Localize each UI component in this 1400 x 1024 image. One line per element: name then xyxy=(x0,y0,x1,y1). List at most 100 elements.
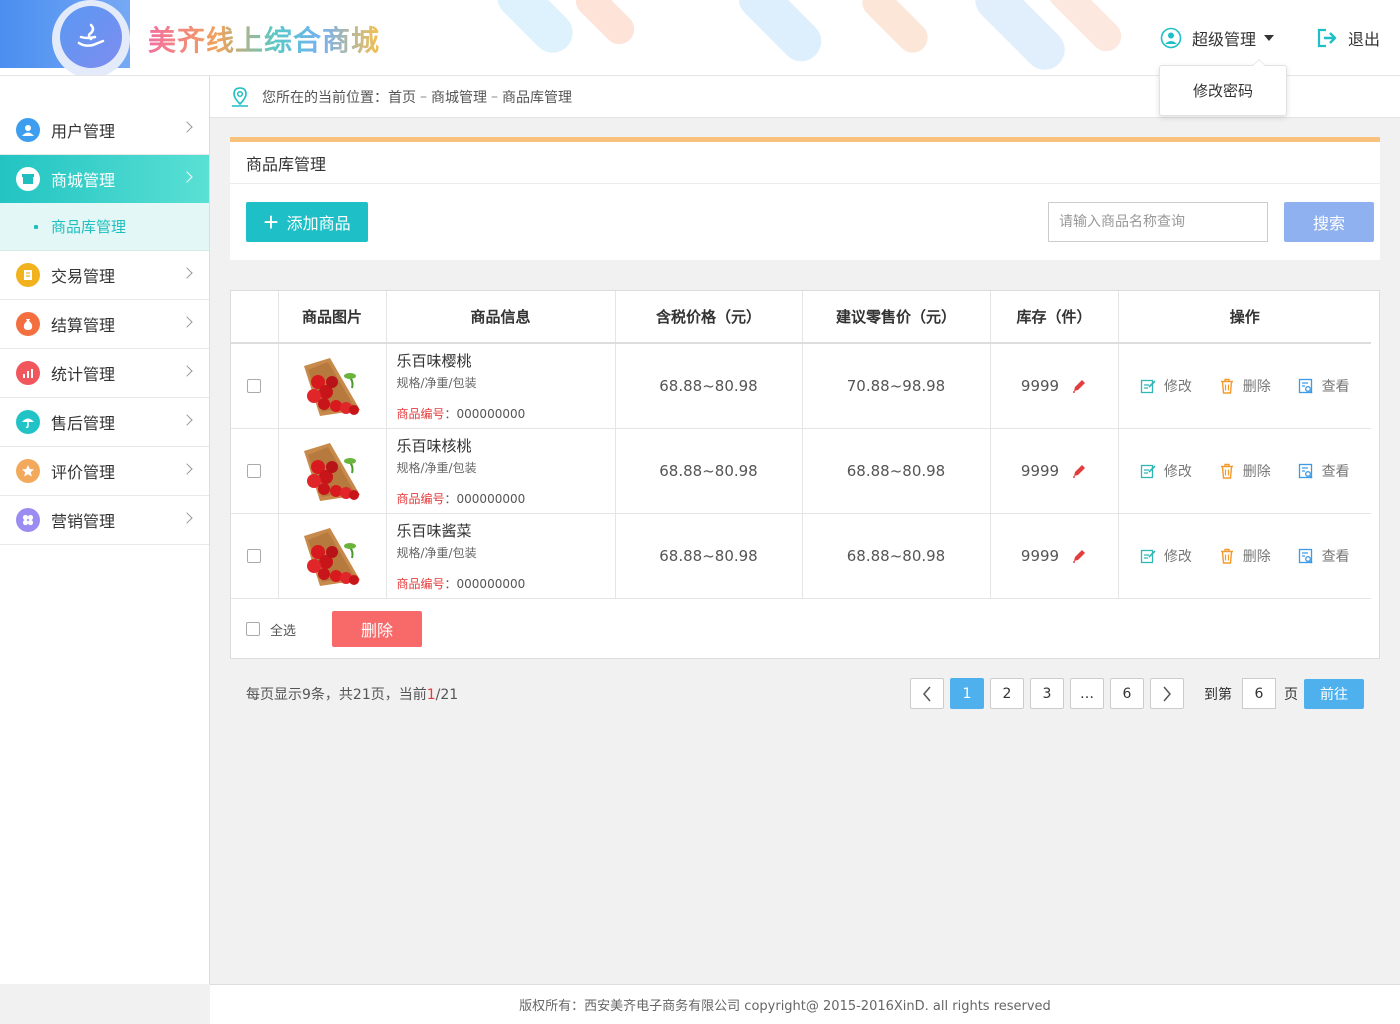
product-code-label: 商品编号 xyxy=(396,407,445,421)
chevron-right-icon xyxy=(181,414,193,426)
stock-value: 9999 xyxy=(1020,461,1060,480)
edit-icon xyxy=(1140,549,1156,563)
header-decoration xyxy=(966,0,1074,75)
delete-button[interactable]: 删除 xyxy=(1219,546,1271,566)
page-6-button[interactable]: 6 xyxy=(1110,678,1144,709)
product-search-input[interactable] xyxy=(1048,202,1268,242)
header-decoration xyxy=(856,0,934,59)
logout-button[interactable]: 退出 xyxy=(1316,26,1380,50)
view-icon xyxy=(1298,463,1313,478)
sidebar-item-trade[interactable]: 交易管理 xyxy=(0,251,209,300)
edit-button[interactable]: 修改 xyxy=(1140,546,1192,566)
page-ellipsis[interactable]: … xyxy=(1070,678,1104,709)
pencil-edit-icon[interactable] xyxy=(1071,548,1087,564)
table-row: 乐百味樱桃 规格/净重/包装 商品编号：000000000 68.88~80.9… xyxy=(231,343,1371,429)
delete-label: 删除 xyxy=(1242,463,1271,480)
edit-button[interactable]: 修改 xyxy=(1140,376,1192,396)
logo[interactable] xyxy=(60,6,122,68)
trash-icon xyxy=(1220,548,1233,564)
page-info: 每页显示9条，共21页，当前1/21 xyxy=(246,684,458,704)
cherry-basket-thumbnail xyxy=(300,523,364,588)
edit-icon xyxy=(1140,464,1156,478)
edit-icon xyxy=(1140,379,1156,393)
select-all-checkbox[interactable] xyxy=(246,622,260,636)
header-price: 含税价格（元） xyxy=(615,291,803,344)
stock-value: 9999 xyxy=(1020,546,1060,565)
sidebar-item-marketing[interactable]: 营销管理 xyxy=(0,496,209,545)
product-name: 乐百味樱桃 xyxy=(396,352,472,370)
page-3-button[interactable]: 3 xyxy=(1030,678,1064,709)
breadcrumb-current: 商品库管理 xyxy=(502,89,572,106)
goto-label: 到第 xyxy=(1204,686,1232,703)
delete-button[interactable]: 删除 xyxy=(1219,461,1271,481)
header-decoration xyxy=(489,0,581,61)
user-icon xyxy=(16,117,40,142)
sidebar-subitem-product-library[interactable]: 商品库管理 xyxy=(0,203,209,251)
add-product-button[interactable]: + 添加商品 xyxy=(246,202,368,242)
sidebar-item-statistics[interactable]: 统计管理 xyxy=(0,349,209,398)
sidebar-item-reviews[interactable]: 评价管理 xyxy=(0,447,209,496)
cherry-basket-thumbnail xyxy=(300,438,364,503)
goto-page-input[interactable] xyxy=(1242,678,1276,709)
sidebar-item-settlement[interactable]: 结算管理 xyxy=(0,300,209,349)
page-info-suffix: /21 xyxy=(435,687,459,703)
stats-icon xyxy=(16,361,40,385)
view-icon xyxy=(1298,548,1313,563)
bulk-delete-button[interactable]: 删除 xyxy=(332,611,423,647)
prev-page-button[interactable] xyxy=(910,678,944,709)
bullet-icon xyxy=(34,224,38,229)
sidebar-item-label: 结算管理 xyxy=(51,316,116,335)
sidebar-item-label: 统计管理 xyxy=(51,365,116,384)
panel-title: 商品库管理 xyxy=(230,142,1380,184)
plus-icon: + xyxy=(263,207,279,237)
search-button[interactable]: 搜索 xyxy=(1284,202,1374,242)
page-1-button[interactable]: 1 xyxy=(950,678,984,709)
breadcrumb-home[interactable]: 首页 xyxy=(388,87,416,107)
product-spec: 规格/净重/包装 xyxy=(396,545,477,560)
stock-value: 9999 xyxy=(1020,376,1060,395)
change-password-item[interactable]: 修改密码 xyxy=(1159,59,1287,116)
pencil-edit-icon[interactable] xyxy=(1071,378,1087,394)
shop-icon xyxy=(16,167,40,191)
user-avatar-icon xyxy=(1160,27,1182,49)
product-code-label: 商品编号 xyxy=(396,576,445,591)
sidebar-item-users[interactable]: 用户管理 xyxy=(0,105,209,155)
sidebar-item-aftersales[interactable]: 售后管理 xyxy=(0,398,209,447)
user-menu[interactable]: 超级管理 xyxy=(1160,26,1275,50)
view-icon xyxy=(1298,378,1313,394)
chevron-right-icon xyxy=(181,463,193,475)
chevron-right-icon xyxy=(181,316,193,328)
row-checkbox[interactable] xyxy=(247,549,262,563)
next-page-button[interactable] xyxy=(1150,678,1184,709)
edit-label: 修改 xyxy=(1163,463,1192,480)
product-table-card: 商品图片 商品信息 含税价格（元） 建议零售价（元） 库存（件） 操作 乐百味樱… xyxy=(230,290,1380,659)
sidebar-item-label: 评价管理 xyxy=(51,463,116,482)
breadcrumb-separator: – xyxy=(420,88,427,105)
row-checkbox[interactable] xyxy=(247,379,262,394)
breadcrumb-mall[interactable]: 商城管理 xyxy=(431,87,487,107)
view-button[interactable]: 查看 xyxy=(1298,376,1350,396)
money-bag-icon xyxy=(16,312,40,336)
page-2-button[interactable]: 2 xyxy=(990,678,1024,709)
view-label: 查看 xyxy=(1321,548,1350,565)
trade-icon xyxy=(16,263,40,287)
product-spec: 规格/净重/包装 xyxy=(396,376,477,390)
view-button[interactable]: 查看 xyxy=(1298,546,1350,566)
view-button[interactable]: 查看 xyxy=(1298,461,1350,481)
edit-button[interactable]: 修改 xyxy=(1140,461,1192,481)
header-retail: 建议零售价（元） xyxy=(802,291,991,344)
header-decoration xyxy=(569,0,641,51)
logout-icon xyxy=(1317,28,1337,48)
sidebar-item-label: 售后管理 xyxy=(51,414,116,433)
go-page-button[interactable]: 前往 xyxy=(1304,678,1364,709)
sidebar-item-label: 营销管理 xyxy=(51,512,116,531)
price-cell: 68.88~80.98 xyxy=(615,343,803,429)
sidebar-item-label: 用户管理 xyxy=(51,121,116,141)
row-checkbox[interactable] xyxy=(247,464,262,478)
delete-button[interactable]: 删除 xyxy=(1219,376,1271,396)
pencil-edit-icon[interactable] xyxy=(1071,463,1087,479)
retail-cell: 68.88~80.98 xyxy=(802,513,991,599)
sidebar-item-mall[interactable]: 商城管理 xyxy=(0,155,209,203)
star-icon xyxy=(16,459,40,483)
price-cell: 68.88~80.98 xyxy=(615,428,803,514)
